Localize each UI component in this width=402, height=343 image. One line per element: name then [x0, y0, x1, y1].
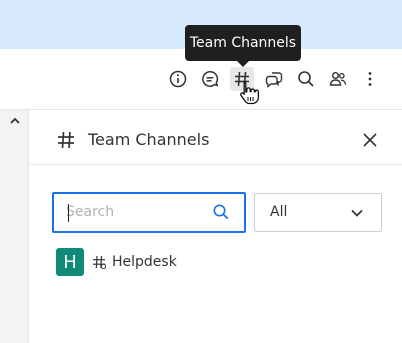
hashtag-icon — [56, 130, 76, 150]
close-button[interactable] — [360, 130, 380, 150]
channel-hashtag-icon — [92, 255, 107, 270]
close-icon — [363, 133, 377, 147]
chevron-down-icon — [350, 206, 364, 220]
hand-cursor-icon — [238, 80, 262, 106]
channel-list-item[interactable]: H Helpdesk — [52, 248, 302, 278]
side-scroll-strip — [0, 110, 29, 343]
channel-avatar: H — [56, 248, 84, 276]
panel-title: Team Channels — [88, 130, 210, 149]
search-icon[interactable] — [294, 67, 318, 91]
text-caret — [68, 204, 69, 222]
discussion-icon[interactable] — [262, 67, 286, 91]
people-icon[interactable] — [326, 67, 350, 91]
more-icon[interactable] — [358, 67, 382, 91]
tooltip: Team Channels — [185, 25, 301, 67]
channel-name: Helpdesk — [112, 254, 177, 270]
info-icon[interactable] — [166, 67, 190, 91]
divider — [28, 164, 402, 165]
search-input[interactable] — [66, 202, 206, 222]
search-icon[interactable] — [212, 203, 230, 221]
chat-icon[interactable] — [198, 67, 222, 91]
filter-dropdown[interactable]: All — [254, 193, 382, 232]
filter-value: All — [270, 204, 288, 220]
search-field[interactable] — [52, 192, 246, 233]
scroll-up-icon[interactable] — [8, 114, 22, 126]
